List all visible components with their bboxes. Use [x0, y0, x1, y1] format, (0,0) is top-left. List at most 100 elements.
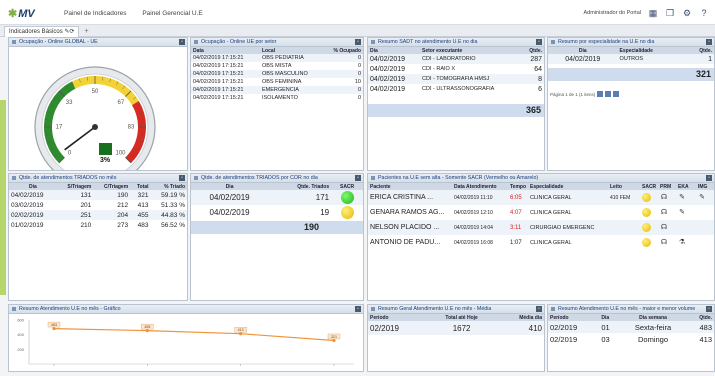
especialidade-table: Dia Especialidade Qtde. 04/02/2019 OUTROS…: [548, 47, 714, 64]
cell-qtde: 8: [521, 74, 544, 84]
table-row[interactable]: 01/02/2019 210 273 483 56.52 %: [9, 220, 187, 230]
cell-prm[interactable]: ☊: [658, 235, 676, 250]
table-row[interactable]: 04/02/2019 CDI - TOMOGRAFIA HMSJ 8: [368, 74, 544, 84]
gear-icon[interactable]: ⚙: [682, 8, 692, 18]
tab-refresh-icon[interactable]: ⟳: [69, 29, 74, 35]
pen-icon[interactable]: ✎: [678, 194, 686, 202]
pager-last-icon[interactable]: [613, 91, 620, 97]
cell-sacr: [640, 205, 658, 220]
table-row[interactable]: 04/02/2019 17:15:21 ISOLAMENTO 0: [191, 94, 363, 102]
panel-title-text: Resumo Atendimento U.E no mês - maior e …: [558, 306, 696, 312]
nav-painel-indicadores[interactable]: Painel de Indicadores: [64, 10, 127, 17]
cell-total: 1672: [428, 321, 495, 335]
stethoscope-icon[interactable]: ☊: [660, 224, 668, 232]
cell-c-triagem: 190: [93, 190, 131, 200]
cell-setor: CDI - LABORATORIO: [420, 54, 522, 64]
maximize-icon[interactable]: ▫: [706, 306, 712, 312]
tab-indicadores-basicos[interactable]: Indicadores Básicos ✎⟳: [4, 26, 80, 37]
table-row[interactable]: ANTONIO DE PADU... 04/02/2019 16:08 1:07…: [368, 235, 714, 250]
cell-prm[interactable]: ☊: [658, 190, 676, 205]
maximize-icon[interactable]: ▫: [536, 39, 542, 45]
cell-dia: 02/02/2019: [9, 210, 57, 220]
maximize-icon[interactable]: ▫: [536, 306, 542, 312]
table-row[interactable]: 04/02/2019 17:15:21 OBS MASCULINO 0: [191, 70, 363, 78]
data-point[interactable]: [332, 338, 336, 343]
cor-total: 190: [191, 221, 363, 234]
pager-first-icon[interactable]: [597, 91, 604, 97]
cell-qtde: 287: [521, 54, 544, 64]
maximize-icon[interactable]: ▫: [706, 39, 712, 45]
cell-local: EMERGENCIA: [259, 86, 324, 94]
cell-data-atendimento: 04/02/2019 11:10: [452, 190, 508, 205]
help-icon[interactable]: ?: [699, 8, 709, 18]
sacr-yellow-icon: [642, 193, 651, 202]
cell-ocupado: 0: [357, 95, 361, 101]
cell-c-triagem: 212: [117, 201, 129, 209]
panel-title-text: Ocupação - Online GLOBAL - UE: [19, 39, 98, 45]
table-row[interactable]: ERICA CRISTINA ... 04/02/2019 11:10 6:05…: [368, 190, 714, 205]
user-label[interactable]: Administrador do Portal: [584, 10, 641, 16]
cell-prm[interactable]: ☊: [658, 220, 676, 235]
cell-qtde: 413: [699, 334, 712, 344]
table-row[interactable]: 02/2019 1672 410: [368, 321, 544, 335]
cell-img[interactable]: ✎: [696, 190, 714, 205]
table-row[interactable]: 04/02/2019 17:15:21 EMERGENCIA 0: [191, 86, 363, 94]
col-media: Média dia: [494, 314, 544, 321]
table-row[interactable]: 04/02/2019 OUTROS 1: [548, 54, 714, 64]
maximize-icon[interactable]: ▫: [355, 39, 361, 45]
panel-title-text: Resumo SADT no atendimento U.E no dia: [378, 39, 478, 45]
stethoscope-icon[interactable]: ☊: [660, 209, 668, 217]
window-icon[interactable]: ❐: [665, 8, 675, 18]
table-row[interactable]: NELSON PLACIDO ... 04/02/2019 14:04 3:11…: [368, 220, 714, 235]
col-setor: Setor executante: [420, 47, 522, 54]
cell-eka[interactable]: ✎: [676, 190, 696, 205]
table-row[interactable]: 02/2019 03 Domingo 413: [548, 333, 714, 345]
cell-prm[interactable]: ☊: [658, 205, 676, 220]
table-row[interactable]: 03/02/2019 201 212 413 51.33 %: [9, 200, 187, 210]
gauge-tick-label: 33: [66, 100, 73, 106]
cell-setor: CDI - RAIO X: [422, 66, 456, 72]
maximize-icon[interactable]: ▫: [355, 175, 361, 181]
flask-icon[interactable]: ⚗: [678, 239, 686, 247]
data-point[interactable]: [145, 329, 149, 333]
gauge-tick-label: 17: [56, 124, 63, 130]
nav-painel-gerencial[interactable]: Painel Gerencial U.E: [142, 10, 202, 17]
table-row[interactable]: 04/02/2019 131 190 321 59.19 %: [9, 190, 187, 200]
stethoscope-icon[interactable]: ☊: [660, 239, 668, 247]
table-row[interactable]: 04/02/2019 CDI - ULTRASSONOGRAFIA 6: [368, 84, 544, 94]
table-row[interactable]: 04/02/2019 17:15:21 OBS FEMININA 10: [191, 78, 363, 86]
data-point[interactable]: [239, 332, 243, 336]
data-point[interactable]: [52, 326, 56, 331]
grid-icon[interactable]: ▦: [648, 8, 658, 18]
add-tab-button[interactable]: +: [82, 27, 91, 36]
table-row[interactable]: 04/02/2019 CDI - RAIO X 64: [368, 64, 544, 74]
cell-especialidade: CLINICA GERAL: [530, 239, 572, 246]
maximize-icon[interactable]: ▫: [179, 175, 185, 181]
table-row[interactable]: 04/02/2019 17:15:21 OBS MISTA 0: [191, 62, 363, 70]
cell-dia-semana: Domingo: [638, 334, 669, 344]
cell-dia: 04/02/2019: [9, 190, 57, 200]
gauge-hub: [92, 124, 98, 130]
cell-total: 413: [137, 201, 149, 209]
cell-setor: CDI - ULTRASSONOGRAFIA: [422, 86, 495, 92]
maximize-icon[interactable]: ▫: [355, 306, 361, 312]
table-row[interactable]: 04/02/2019 17:15:21 OBS PEDIATRIA 0: [191, 54, 363, 62]
table-row[interactable]: 02/2019 01 Sexta-feira 483: [548, 321, 714, 333]
table-row[interactable]: 04/02/2019 19: [191, 205, 363, 220]
table-row[interactable]: 02/02/2019 251 204 455 44.83 %: [9, 210, 187, 220]
cell-eka[interactable]: ⚗: [676, 235, 696, 250]
stethoscope-icon[interactable]: ☊: [660, 194, 668, 202]
maximize-icon[interactable]: ▫: [706, 175, 712, 181]
maximize-icon[interactable]: ▫: [179, 39, 185, 45]
cell-eka[interactable]: ✎: [676, 205, 696, 220]
pen-icon[interactable]: ✎: [698, 194, 706, 202]
table-row[interactable]: 04/02/2019 CDI - LABORATORIO 287: [368, 54, 544, 64]
table-row[interactable]: 04/02/2019 171: [191, 190, 363, 205]
table-row[interactable]: GENARA RAMOS AG... 04/02/2019 12:10 4:07…: [368, 205, 714, 220]
cell-s-triagem: 210: [80, 221, 92, 229]
pen-icon[interactable]: ✎: [678, 209, 686, 217]
col-data: Data: [191, 47, 260, 54]
pager-page-button[interactable]: [605, 91, 612, 97]
cell-leito: 410 FEM: [608, 190, 640, 205]
cell-data: 04/02/2019 17:15:21: [193, 79, 244, 85]
